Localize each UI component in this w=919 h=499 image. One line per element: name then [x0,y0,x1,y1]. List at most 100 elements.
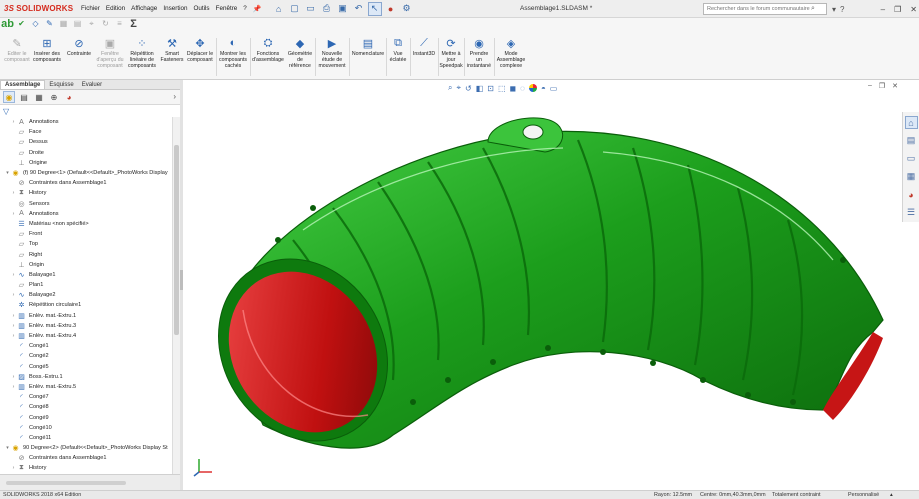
status-unit-dropdown-icon[interactable]: ▴ [890,492,893,498]
property-manager-icon[interactable]: ▤ [18,91,30,103]
custom-properties-icon[interactable]: ☰ [905,206,918,219]
tree-node[interactable]: › ∿ Balayage2 [0,290,172,300]
tree-node[interactable]: › ∿ Balayage1 [0,270,172,280]
expand-right-icon[interactable]: › [10,374,17,380]
select-icon[interactable]: ↖ [367,1,382,16]
list-icon[interactable]: ≡ [114,18,125,29]
fenetre-apercu-button[interactable]: ▣ Fenêtre d'aperçu du composant [96,36,124,70]
search-icon[interactable]: ⌕ [811,5,815,13]
expand-right-icon[interactable]: › [10,272,17,278]
solidworks-resources-icon[interactable]: ⌂ [904,116,918,129]
model-elbow-pipe[interactable] [183,80,902,490]
menu-fenetre[interactable]: Fenêtre [213,0,241,18]
options-icon[interactable]: ⚙ [400,2,414,16]
tree-scrollbar[interactable] [172,117,180,474]
tree-node[interactable]: ⊘ Contraintes dans Assemblage1 [0,453,172,463]
file-explorer-icon[interactable]: ▭ [905,152,918,165]
expand-right-icon[interactable]: › [10,323,17,329]
tree-node[interactable]: ⊥ Origine [0,158,172,168]
print-icon[interactable]: ⎙ [320,2,334,16]
tree-node[interactable]: ◜ Congé8 [0,402,172,412]
tree-node[interactable]: ▱ Dessus [0,137,172,147]
tree-node[interactable]: ◜ Congé7 [0,392,172,402]
expand-down-icon[interactable]: ▾ [4,445,11,451]
properties-icon[interactable]: ▤ [72,18,83,29]
vue-eclatee-button[interactable]: ⧉ Vue éclatée [387,36,409,64]
checkmark-icon[interactable]: ✔ [16,18,27,29]
configuration-manager-icon[interactable]: ▦ [33,91,45,103]
tree-node[interactable]: › ⧗ History [0,463,172,473]
save-icon[interactable]: ▣ [336,2,350,16]
expand-right-icon[interactable]: › [10,384,17,390]
tree-node[interactable]: ▾ ◉ (f) 90 Degree<1> (Default<<Default>_Ph… [0,168,172,178]
hscroll-thumb[interactable] [6,481,126,485]
tree-node[interactable]: › ▥ Enlèv. mat.-Extru.3 [0,321,172,331]
close-icon[interactable]: ✕ [910,5,917,14]
tab-esquisse[interactable]: Esquisse [45,81,77,89]
dropdown-icon[interactable]: ▾ [832,5,836,14]
help-icon[interactable]: ? [840,5,844,14]
tree-node[interactable]: ◜ Congé5 [0,362,172,372]
nouvelle-etude-button[interactable]: ▶ Nouvelle étude de mouvement [316,36,348,70]
tree-node[interactable]: ▱ Top [0,239,172,249]
dimxpert-icon[interactable]: ⊕ [48,91,60,103]
tree-node[interactable]: ▱ Face [0,127,172,137]
editer-composant-button[interactable]: ✎ Editer le composant [4,36,30,64]
tree-node[interactable]: ◜ Congé1 [0,341,172,351]
search-box[interactable]: ⌕ [703,3,827,15]
tree-node[interactable]: ☰ Matériau <non spécifié> [0,219,172,229]
new-document-icon[interactable]: ▢ [288,2,302,16]
fonctions-assemblage-button[interactable]: ⛭ Fonctions d'assemblage [251,36,285,64]
instant3d-button[interactable]: ⟋ Instant3D [411,36,437,58]
montrer-caches-button[interactable]: ◐ Montrer les composants cachés [217,36,249,69]
tree-node[interactable]: ▾ ◉ 90 Degree<2> (Default<<Default>_PhotoW… [0,443,172,453]
display-manager-icon[interactable]: ◕ [63,91,75,103]
tree-node[interactable]: ▱ Right [0,249,172,259]
instantane-button[interactable]: ◉ Prendre un instantané [465,36,493,70]
component-icon[interactable]: ▦ [58,18,69,29]
abc-spellcheck-icon[interactable]: ab [1,18,14,30]
contrainte-button[interactable]: ⊘ Contrainte [64,36,94,58]
tree-node[interactable]: ◎ Sensors [0,199,172,209]
tree-node[interactable]: › ▨ Boss.-Extru.1 [0,372,172,382]
scrollbar-thumb[interactable] [174,145,179,335]
menu-affichage[interactable]: Affichage [128,0,160,18]
appearances-icon[interactable]: ◕ [905,188,918,201]
geometrie-reference-button[interactable]: ◆ Géométrie de référence [286,36,314,70]
tree-node[interactable]: › ▥ Enlèv. mat.-Extru.4 [0,331,172,341]
assemblage-complexe-button[interactable]: ◈ Mode Assemblage complexe [495,36,527,70]
search-input[interactable] [707,6,811,12]
tree-node[interactable]: › A Annotations [0,209,172,219]
tree-node[interactable]: ◜ Congé11 [0,433,172,443]
tree-node[interactable]: ◜ Congé9 [0,412,172,422]
tree-hscroll[interactable] [0,474,180,490]
nomenclature-button[interactable]: ▤ Nomenclature [351,36,385,58]
tree-node[interactable]: › ▥ Enlèv. mat.-Extru.5 [0,382,172,392]
tree-node[interactable]: ✲ Répétition circulaire1 [0,300,172,310]
smart-dimension-icon[interactable]: ◇ [30,18,41,29]
sigma-icon[interactable]: Σ [128,18,139,30]
minimize-icon[interactable]: – [881,5,885,14]
filter-icon[interactable]: ▽ [3,107,9,116]
status-unit[interactable]: Personnalisé [848,492,879,498]
tree-node[interactable]: › ▥ Enlèv. mat.-Extru.1 [0,311,172,321]
pin-icon[interactable]: 📌 [253,5,262,13]
smart-fasteners-button[interactable]: ⚒ Smart Fasteners [160,36,184,64]
expand-right-icon[interactable]: › [10,190,17,196]
traffic-light-icon[interactable]: ● [384,2,398,16]
tree-node[interactable]: ◜ Congé2 [0,351,172,361]
undo-icon[interactable]: ↶ [352,2,366,16]
restore-icon[interactable]: ❐ [894,5,901,14]
menu-more-icon[interactable]: ? [240,0,250,18]
open-icon[interactable]: ▭ [304,2,318,16]
graphics-area[interactable]: ⌕ ⌖ ↺ ◧ ⊡ ⬚ ◼ ◌ ◓ ▭ – ❐ ✕ [183,80,902,490]
tree-node[interactable]: ◜ Congé10 [0,423,172,433]
chevron-right-icon[interactable]: › [173,92,176,101]
expand-right-icon[interactable]: › [10,465,17,471]
speedpak-button[interactable]: ⟳ Mettre à jour Speedpak [439,36,463,70]
tab-assemblage[interactable]: Assemblage [0,80,46,89]
tab-evaluer[interactable]: Evaluer [78,81,106,89]
deplacer-composant-button[interactable]: ✥ Déplacer le composant [185,36,215,64]
tree-node[interactable]: › A Annotations [0,117,172,127]
home-icon[interactable]: ⌂ [272,2,286,16]
